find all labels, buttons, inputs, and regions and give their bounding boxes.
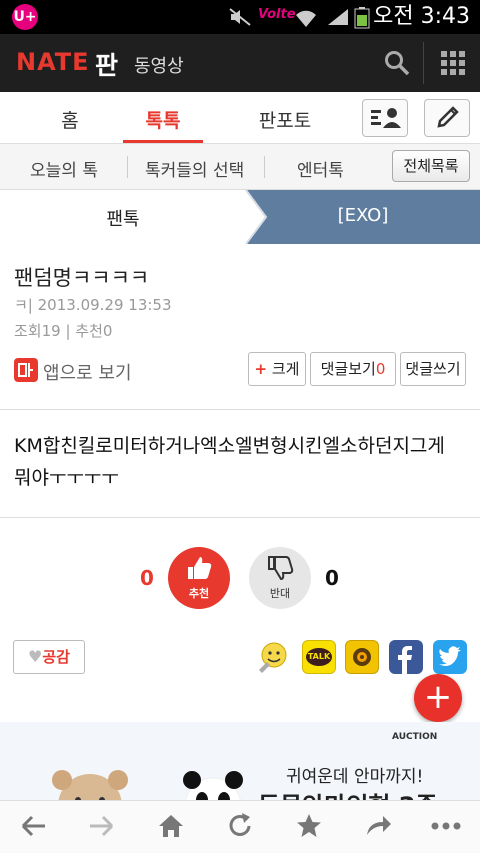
bookmark-star-icon[interactable] — [289, 811, 329, 845]
subtab-enter[interactable]: 엔터톡 — [297, 156, 344, 181]
plus-icon: + — [254, 360, 268, 378]
comment-count: 0 — [375, 360, 386, 378]
share-arrow-icon[interactable] — [358, 811, 398, 845]
subtab-today[interactable]: 오늘의 톡 — [30, 156, 98, 181]
bear-doll-image — [30, 766, 150, 802]
ad-line1: 귀여운데 안마까지! — [286, 767, 424, 787]
post-body: KM합친킬로미터하거나엑소엘변형시킨엘소하던지그게 뭐야ㅜㅜㅜㅜ — [14, 435, 445, 489]
write-post-button[interactable] — [424, 99, 470, 137]
browser-toolbar — [0, 800, 480, 853]
pan-app-icon[interactable] — [14, 358, 38, 382]
forward-arrow-icon[interactable] — [81, 811, 121, 845]
oppose-button[interactable]: 반대 — [249, 547, 311, 609]
home-icon[interactable] — [151, 811, 191, 845]
breadcrumb-current[interactable]: [EXO] — [266, 205, 460, 226]
oppose-label: 반대 — [269, 587, 291, 600]
thumbs-down-icon — [265, 553, 295, 587]
kakaotalk-bubble: TALK — [306, 648, 332, 666]
nate-logo[interactable]: NATE — [16, 48, 90, 76]
pan-logo[interactable]: 판 — [95, 46, 118, 82]
refresh-icon[interactable] — [220, 811, 260, 845]
empathy-label: 공감 — [42, 648, 70, 666]
enlarge-label: 크게 — [271, 360, 300, 378]
volte-indicator: Volte — [258, 7, 296, 22]
heart-icon: ♥ — [28, 647, 43, 666]
ad-banner[interactable]: AUCTION 귀여운데 안마까지! 동물안마인형 2종 — [0, 722, 480, 802]
app-bar: NATE 판 동영상 — [0, 34, 480, 92]
recommend-count: 0 — [140, 566, 154, 590]
search-icon[interactable] — [384, 50, 410, 80]
panda-doll-image — [178, 766, 248, 802]
emoticon-icon[interactable] — [256, 640, 290, 674]
battery-icon — [354, 7, 370, 29]
post-title: 팬덤명ㅋㅋㅋㅋ — [14, 266, 150, 290]
thumbs-up-icon — [184, 553, 214, 587]
my-page-button[interactable] — [362, 99, 408, 137]
kakaostory-icon[interactable] — [345, 640, 379, 674]
appbar-divider — [423, 42, 424, 84]
carrier-badge: U+ — [12, 4, 38, 30]
video-section-link[interactable]: 동영상 — [134, 52, 184, 78]
sub-tabs: 오늘의 톡 톡커들의 선택 엔터톡 전체목록 — [0, 144, 480, 190]
more-options-icon[interactable] — [426, 811, 466, 845]
write-comment-button[interactable]: 댓글쓰기 — [400, 352, 466, 386]
oppose-count: 0 — [325, 566, 339, 590]
all-list-button[interactable]: 전체목록 — [392, 150, 470, 182]
recommend-button[interactable]: 추천 — [168, 547, 230, 609]
post-stats: 조회19 | 추천0 — [14, 322, 113, 340]
kakaotalk-icon[interactable]: TALK — [302, 640, 336, 674]
tab-home[interactable]: 홈 — [40, 106, 100, 133]
main-tabs: 홈 톡톡 판포토 — [0, 92, 480, 144]
subtab-talkers-choice[interactable]: 톡커들의 선택 — [145, 156, 244, 181]
breadcrumb: 팬톡 [EXO] — [0, 190, 480, 244]
subtab-divider — [127, 156, 128, 178]
wifi-icon — [294, 7, 318, 27]
clock: 오전 3:43 — [373, 4, 470, 29]
tab-panphoto[interactable]: 판포토 — [250, 106, 320, 133]
empathy-button[interactable]: ♥공감 — [13, 640, 85, 674]
grid-menu-icon[interactable] — [441, 51, 465, 79]
divider — [0, 409, 480, 410]
breadcrumb-parent[interactable]: 팬톡 — [0, 205, 246, 231]
facebook-icon[interactable] — [389, 640, 423, 674]
back-arrow-icon[interactable] — [14, 811, 54, 845]
active-tab-indicator — [123, 140, 203, 143]
view-comments-button[interactable]: 댓글보기0 — [310, 352, 396, 386]
signal-icon — [326, 7, 350, 27]
recommend-label: 추천 — [188, 587, 210, 600]
tab-toktok[interactable]: 톡톡 — [133, 106, 193, 133]
post-author-date: ㅋ| 2013.09.29 13:53 — [14, 296, 172, 314]
view-comments-label: 댓글보기 — [320, 360, 376, 378]
floating-add-button[interactable]: + — [414, 674, 462, 722]
open-in-app-link[interactable]: 앱으로 보기 — [43, 359, 132, 385]
auction-logo: AUCTION — [392, 732, 438, 742]
enlarge-button[interactable]: + 크게 — [248, 352, 306, 386]
divider — [0, 517, 480, 518]
subtab-divider — [264, 156, 265, 178]
twitter-icon[interactable] — [433, 640, 467, 674]
mute-icon — [228, 7, 252, 27]
status-bar: U+ Volte 오전 3:43 — [0, 0, 480, 34]
